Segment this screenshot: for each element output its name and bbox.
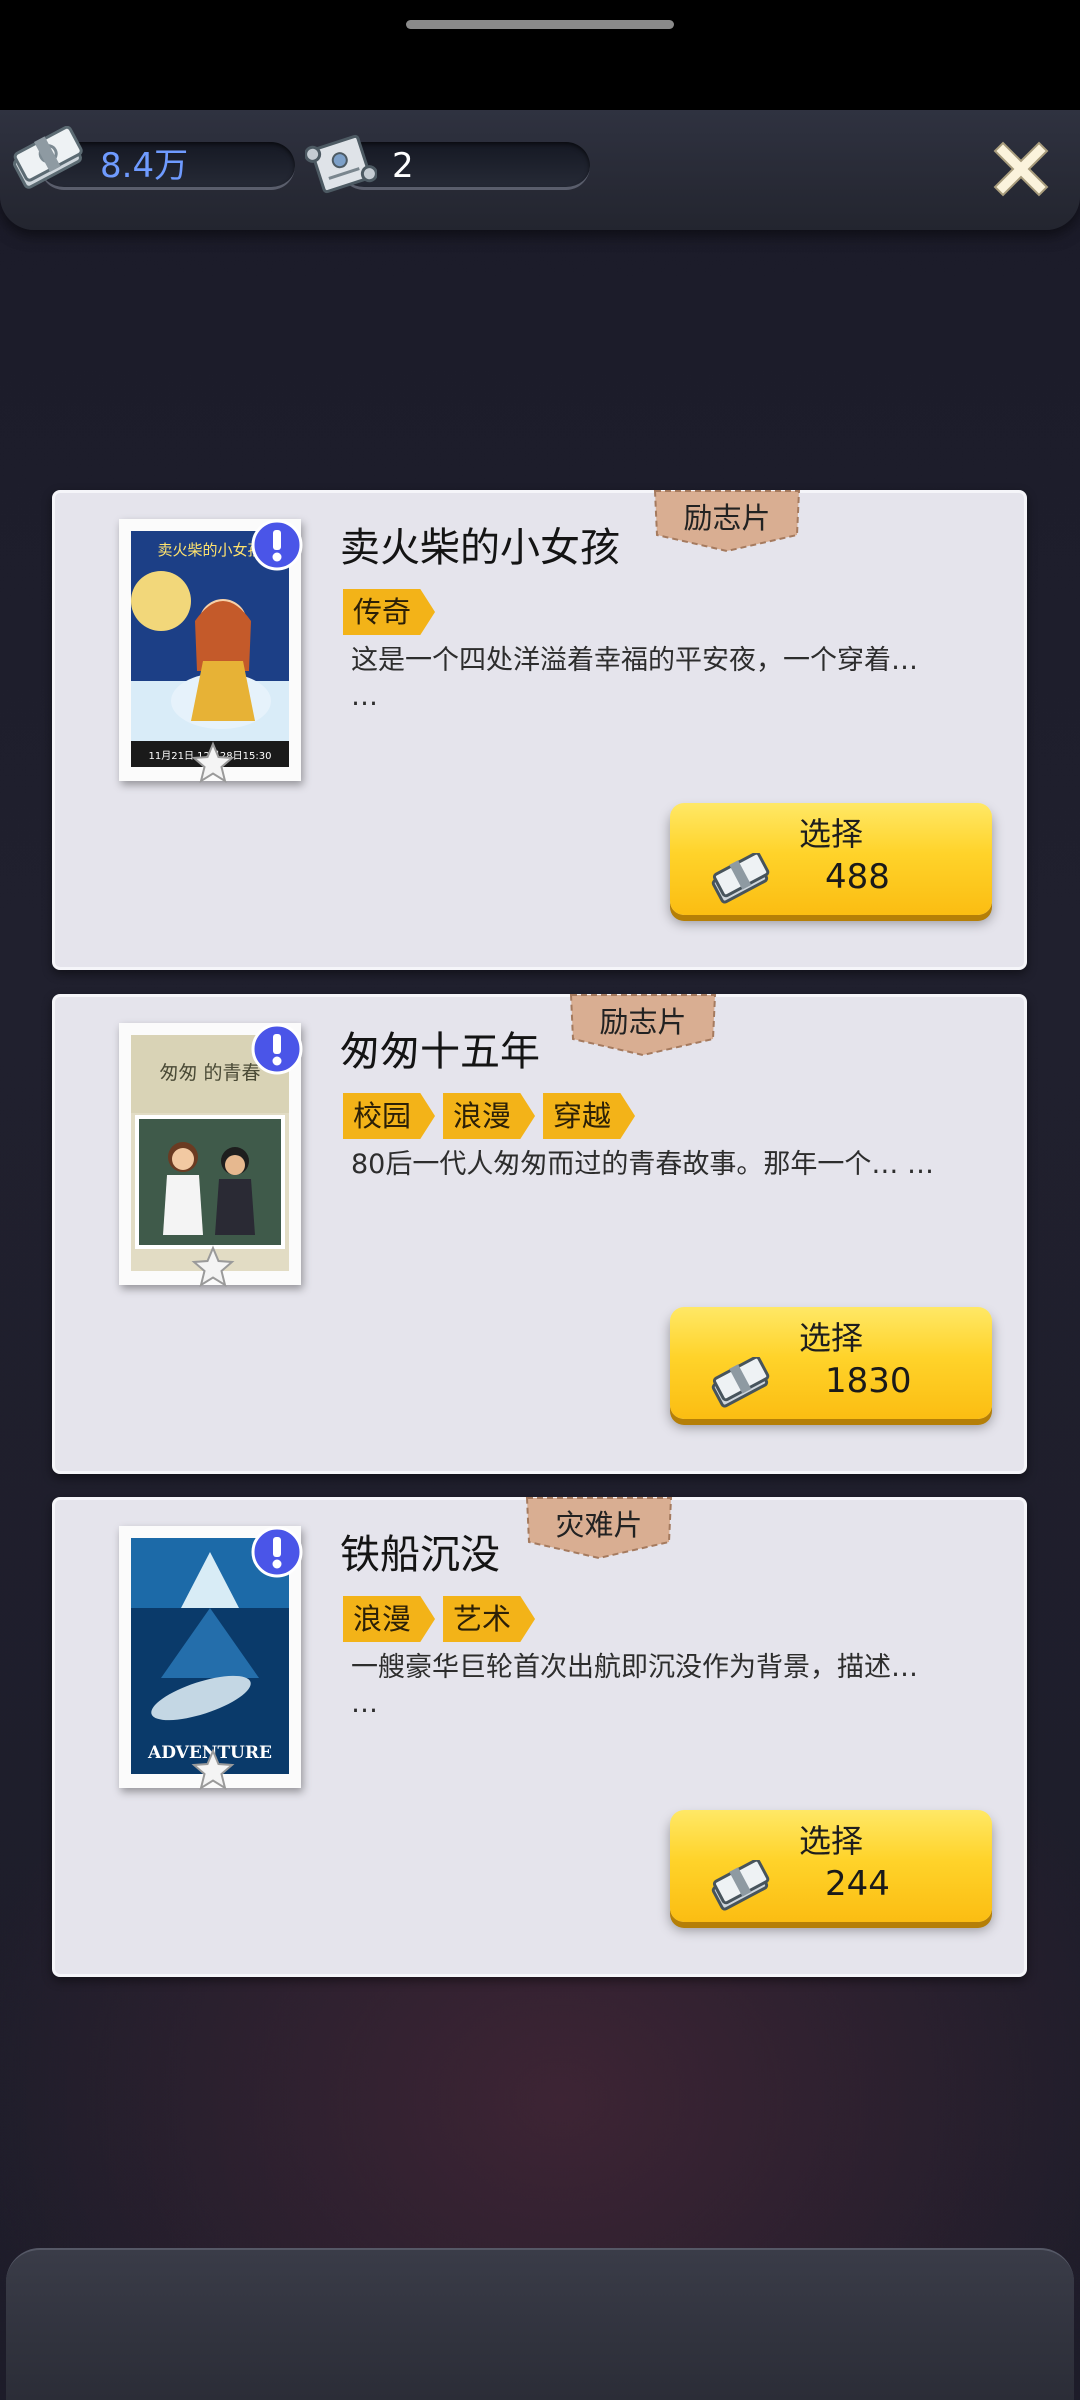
movie-title: 匆匆十五年: [340, 1029, 540, 1075]
select-label: 选择: [798, 815, 863, 853]
home-indicator: [406, 20, 674, 29]
genre-label: 励志片: [683, 501, 771, 535]
star-icon: [191, 1245, 235, 1288]
poster-title-text: 卖火柴的小女孩: [157, 541, 262, 559]
genre-ribbon: 励志片: [565, 993, 721, 1057]
movie-title: 卖火柴的小女孩: [340, 525, 620, 571]
select-button[interactable]: 选择 1830: [670, 1307, 992, 1419]
tag: 校园: [343, 1093, 436, 1139]
movie-card: 卖火柴的小女孩 11月21日 12月28日15:30 卖火柴的小女孩 励志片 传…: [52, 490, 1027, 970]
tag-list: 校园 浪漫 穿越: [343, 1093, 636, 1139]
poster-title-text: 匆匆 的青春: [159, 1062, 260, 1084]
ticket-counter: 2: [340, 142, 590, 190]
movie-description: 这是一个四处洋溢着幸福的平安夜，一个穿着… …: [351, 645, 918, 712]
movie-title: 铁船沉没: [340, 1532, 500, 1578]
ticket-value: 2: [392, 146, 414, 186]
scroll-ticket-icon: [305, 134, 377, 194]
tag: 浪漫: [343, 1596, 436, 1642]
tag: 浪漫: [443, 1093, 536, 1139]
money-stack-icon: [12, 126, 83, 189]
movie-description: 80后一代人匆匆而过的青春故事。那年一个… …: [351, 1149, 934, 1180]
star-icon: [191, 1748, 235, 1791]
tag-list: 传奇: [343, 589, 436, 635]
genre-label: 励志片: [599, 1005, 687, 1039]
close-icon[interactable]: [985, 133, 1057, 205]
exclamation-icon[interactable]: [251, 519, 303, 571]
exclamation-icon[interactable]: [251, 1023, 303, 1075]
select-button[interactable]: 选择 488: [670, 803, 992, 915]
movie-card: 匆匆 的青春 匆匆十五年 励志片 校园 浪漫 穿越 80后一代人匆匆而过的青春故…: [52, 994, 1027, 1474]
resource-panel: 8.4万 2: [0, 110, 1080, 230]
exclamation-icon[interactable]: [251, 1526, 303, 1578]
movie-description: 一艘豪华巨轮首次出航即沉没作为背景，描述… …: [351, 1652, 918, 1719]
money-stack-icon: [711, 1357, 770, 1408]
select-button[interactable]: 选择 244: [670, 1810, 992, 1922]
genre-label: 灾难片: [555, 1508, 643, 1542]
tag: 传奇: [343, 589, 436, 635]
tag-list: 浪漫 艺术: [343, 1596, 536, 1642]
money-stack-icon: [711, 853, 770, 904]
genre-ribbon: 灾难片: [521, 1496, 677, 1560]
status-bar: [0, 0, 1080, 110]
tag: 艺术: [443, 1596, 536, 1642]
money-value: 8.4万: [100, 146, 189, 186]
movie-card: ADVENTURE 铁船沉没 灾难片 浪漫 艺术 一艘豪华巨轮首次出航即沉没作为…: [52, 1497, 1027, 1977]
bottom-panel: [6, 2248, 1074, 2400]
select-label: 选择: [798, 1822, 863, 1860]
price-value: 1830: [825, 1361, 912, 1401]
price-value: 244: [825, 1864, 890, 1904]
star-icon: [191, 741, 235, 784]
tag: 穿越: [543, 1093, 636, 1139]
money-stack-icon: [711, 1860, 770, 1911]
price-value: 488: [825, 857, 890, 897]
select-label: 选择: [798, 1319, 863, 1357]
genre-ribbon: 励志片: [649, 489, 805, 553]
